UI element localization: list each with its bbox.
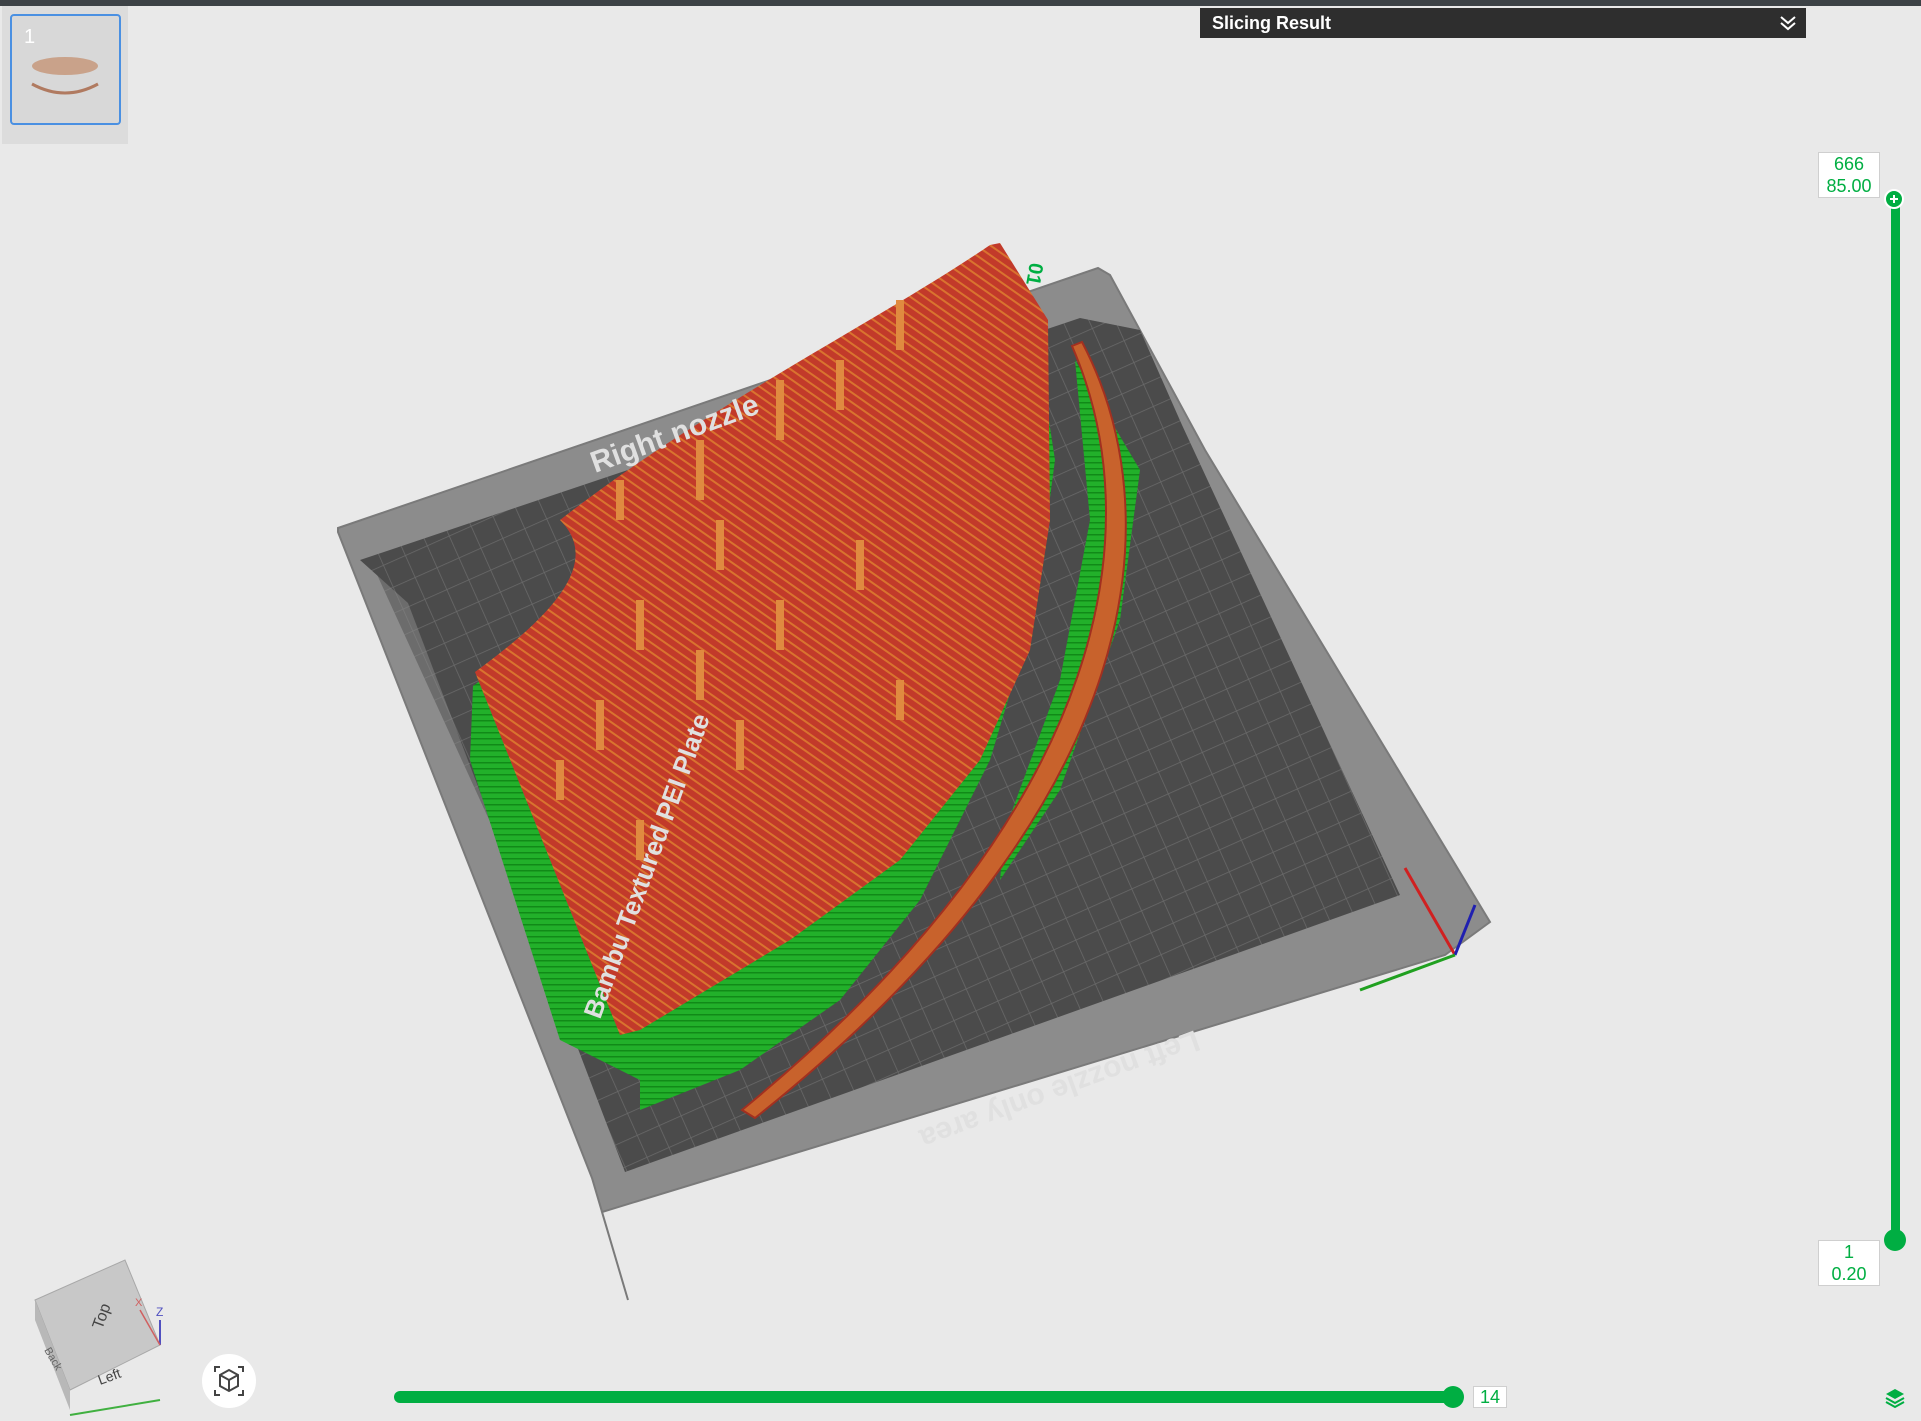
top-layer-number: 666 [1833,154,1865,174]
bottom-layer-number: 1 [1843,1242,1854,1262]
layers-icon[interactable] [1884,1387,1906,1409]
layer-slider-bottom-handle[interactable] [1884,1229,1906,1251]
view-cube-z-axis: Z [156,1305,163,1319]
bottom-layer-height: 0.20 [1831,1264,1867,1284]
bottom-layer-label: 1 0.20 [1818,1240,1880,1286]
slicing-result-panel-header[interactable]: Slicing Result [1200,8,1806,38]
print-preview-scene[interactable]: Right nozzle Left nozzle only area Bambu… [0,0,1921,1421]
double-chevron-down-icon[interactable] [1778,14,1798,32]
top-layer-label: 666 85.00 [1818,152,1880,198]
3d-viewport[interactable]: 1 Right nozzle Left nozzle only area Bam… [0,0,1921,1421]
corner-mark: 01 [1021,261,1047,287]
layer-slider-top-handle[interactable] [1884,189,1904,209]
reset-view-button[interactable] [202,1354,256,1408]
view-cube-x-axis: X [135,1297,143,1309]
move-slider-value: 14 [1473,1386,1508,1408]
move-slider-handle[interactable] [1442,1386,1464,1408]
layer-slider-track[interactable] [1891,198,1900,1240]
move-slider-track[interactable] [394,1391,1454,1403]
slicing-result-title: Slicing Result [1212,13,1332,33]
reset-view-icon [214,1366,244,1396]
top-layer-height: 85.00 [1826,176,1872,196]
view-cube-icon[interactable]: Top Left Back Z X [30,1250,170,1420]
